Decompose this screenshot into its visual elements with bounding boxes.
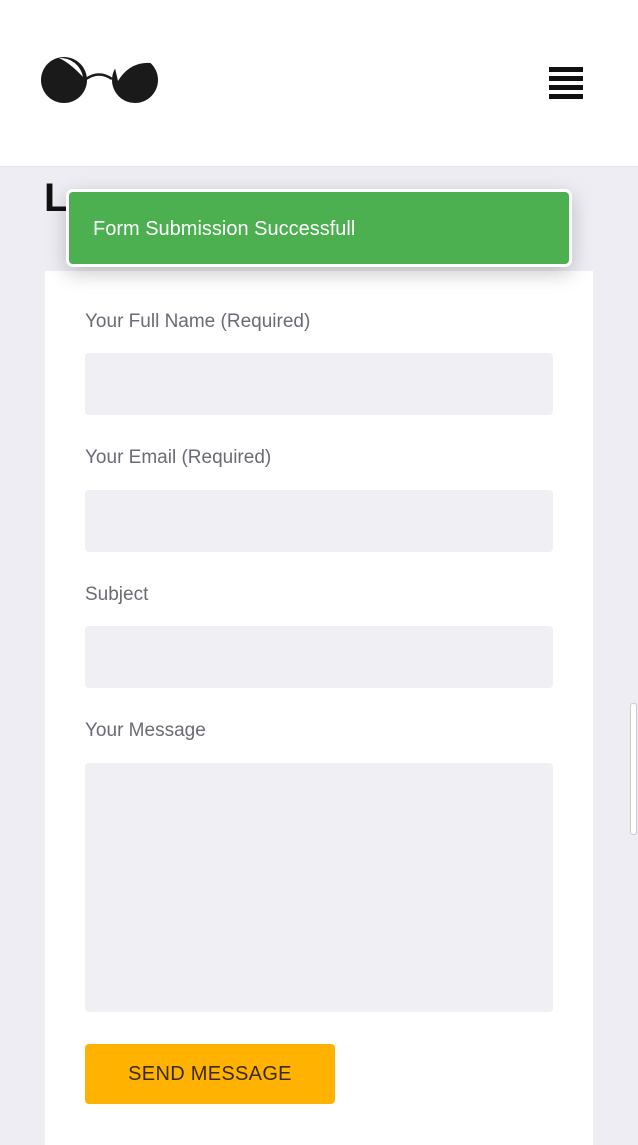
page-heading: L (44, 176, 68, 221)
full-name-input[interactable] (85, 353, 553, 415)
glasses-logo-icon[interactable] (38, 55, 162, 107)
toast-message: Form Submission Successfull (93, 218, 356, 240)
menu-bar (549, 85, 583, 90)
menu-bar (549, 67, 583, 72)
subject-label: Subject (85, 584, 149, 605)
page-heading-start: L (44, 176, 69, 220)
scrollbar-thumb[interactable] (630, 703, 637, 835)
message-label: Your Message (85, 720, 206, 741)
full-name-label: Your Full Name (Required) (85, 311, 311, 332)
site-header (0, 0, 638, 167)
menu-bar (549, 76, 583, 81)
contact-form: Your Full Name (Required) Your Email (Re… (45, 271, 593, 1145)
email-label: Your Email (Required) (85, 447, 272, 468)
email-input[interactable] (85, 490, 553, 552)
send-message-button[interactable]: SEND MESSAGE (85, 1044, 335, 1104)
hamburger-menu-icon[interactable] (546, 64, 586, 104)
message-textarea[interactable] (85, 763, 553, 1012)
menu-bar (549, 94, 583, 99)
success-toast[interactable]: Form Submission Successfull (66, 189, 572, 267)
subject-input[interactable] (85, 626, 553, 688)
